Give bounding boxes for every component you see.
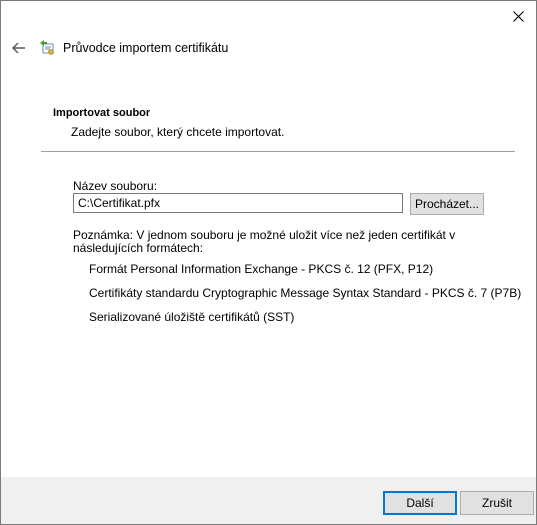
file-name-label: Název souboru:	[73, 179, 158, 193]
certificate-import-wizard-window: Průvodce importem certifikátu Importovat…	[0, 0, 537, 525]
format-item-p7b: Certifikáty standardu Cryptographic Mess…	[89, 286, 522, 300]
header-separator	[41, 151, 515, 152]
close-button[interactable]	[506, 5, 530, 27]
section-description: Zadejte soubor, který chcete importovat.	[71, 125, 285, 139]
back-button[interactable]	[11, 40, 27, 56]
note-text: Poznámka: V jednom souboru je možné ulož…	[73, 228, 456, 255]
format-item-pfx: Formát Personal Information Exchange - P…	[89, 262, 434, 276]
certificate-wizard-icon	[39, 39, 57, 57]
cancel-button[interactable]: Zrušit	[460, 491, 534, 515]
next-button[interactable]: Další	[383, 491, 457, 515]
browse-button[interactable]: Procházet...	[410, 193, 484, 215]
wizard-header: Průvodce importem certifikátu	[11, 37, 228, 59]
close-icon	[512, 10, 524, 22]
section-title: Importovat soubor	[53, 107, 151, 119]
back-arrow-icon	[12, 42, 25, 54]
wizard-title: Průvodce importem certifikátu	[63, 41, 229, 55]
format-item-sst: Serializované úložiště certifikátů (SST)	[89, 310, 295, 324]
file-name-input[interactable]	[73, 193, 403, 213]
